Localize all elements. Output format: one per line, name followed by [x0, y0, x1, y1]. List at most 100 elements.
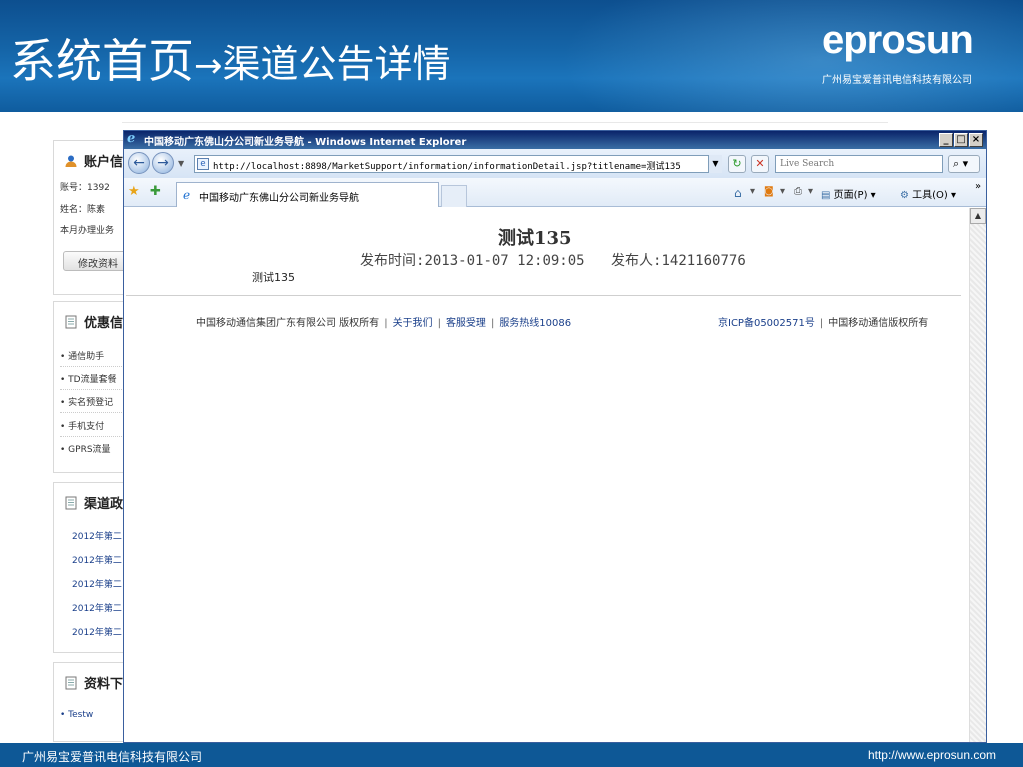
account-panel-label: 账户信: [84, 155, 124, 170]
site-footer-right: 京ICP备05002571号 | 中国移动通信版权所有: [718, 314, 928, 329]
footer-separator: |: [384, 318, 388, 329]
icp-link[interactable]: 京ICP备05002571号: [718, 318, 815, 329]
site-footer-left: 中国移动通信集团广东有限公司 版权所有 | 关于我们 | 客服受理 | 服务热线10086: [196, 314, 571, 329]
home-dropdown-icon[interactable]: ▾: [750, 186, 755, 197]
download-item[interactable]: • Testw: [60, 710, 93, 720]
channel-panel-label: 渠道政: [84, 497, 124, 512]
slide-title-arrow: →: [194, 46, 223, 86]
offer-item-label: 通信助手: [68, 352, 105, 362]
slide-title-main: 系统首页: [10, 34, 194, 88]
forward-button[interactable]: →: [152, 152, 174, 174]
offer-item[interactable]: • 实名预登记: [60, 395, 113, 408]
footer-website[interactable]: http://www.eprosun.com: [868, 748, 996, 762]
footer-company: 广州易宝爱普讯电信科技有限公司: [22, 750, 203, 764]
channel-item[interactable]: 2012年第二: [72, 553, 122, 566]
print-dropdown-icon[interactable]: ▾: [808, 186, 813, 197]
print-icon[interactable]: ⎙: [794, 186, 802, 197]
search-button[interactable]: ⌕ ▾: [948, 155, 980, 173]
slide-title: 系统首页→渠道公告详情: [10, 38, 451, 84]
ie-title-bar: ℯ 中国移动广东佛山分公司新业务导航 - Windows Internet Ex…: [124, 131, 986, 149]
copyright-text: 中国移动通信集团广东有限公司 版权所有: [196, 318, 380, 329]
offers-panel-label: 优惠信: [84, 316, 124, 331]
browser-tab[interactable]: ℯ 中国移动广东佛山分公司新业务导航: [176, 182, 439, 207]
account-monthly-row: 本月办理业务: [60, 226, 115, 236]
offer-item[interactable]: • 手机支付: [60, 419, 104, 432]
article-title: 测试135: [498, 228, 572, 249]
channel-item[interactable]: 2012年第二: [72, 601, 122, 614]
channel-item[interactable]: 2012年第二: [72, 529, 122, 542]
customer-service-link[interactable]: 客服受理: [446, 318, 486, 329]
slide-footer: 广州易宝爱普讯电信科技有限公司 http://www.eprosun.com: [0, 743, 1023, 767]
ie-navigation-bar: ← → ▼ e http://localhost:8898/MarketSupp…: [124, 149, 986, 178]
footer-separator: |: [819, 318, 824, 329]
address-dropdown-icon[interactable]: ▼: [708, 155, 722, 173]
add-favorites-icon[interactable]: ✚: [150, 184, 161, 199]
tools-menu[interactable]: ⚙ 工具(O) ▾: [900, 186, 956, 201]
publish-time: 2013-01-07 12:09:05: [424, 253, 585, 269]
tools-menu-label: 工具(O): [912, 190, 948, 201]
publisher: 1421160776: [661, 253, 746, 269]
address-url: http://localhost:8898/MarketSupport/info…: [213, 162, 681, 172]
account-name-row: 姓名：陈素: [60, 205, 106, 215]
offer-item-label: 实名预登记: [68, 398, 114, 408]
toolbar-chevron-icon[interactable]: »: [975, 181, 981, 192]
offer-item-label: TD流量套餐: [68, 375, 117, 385]
scroll-up-icon[interactable]: ▲: [970, 208, 986, 224]
refresh-icon[interactable]: ↻: [728, 155, 746, 173]
channel-panel-title: 渠道政: [64, 493, 123, 512]
page-icon: e: [197, 158, 209, 170]
favorites-star-icon[interactable]: ★: [128, 184, 140, 199]
vertical-scrollbar[interactable]: ▲: [969, 208, 986, 742]
ie-window: ℯ 中国移动广东佛山分公司新业务导航 - Windows Internet Ex…: [123, 130, 987, 743]
ie-tab-icon: ℯ: [183, 188, 191, 202]
page-menu[interactable]: ▤ 页面(P) ▾: [821, 186, 876, 201]
document-icon: [64, 676, 78, 690]
download-item-label: Testw: [68, 710, 94, 720]
rights-text: 中国移动通信版权所有: [828, 318, 929, 329]
page-content: 测试135 发布时间:2013-01-07 12:09:05 发布人:14211…: [124, 208, 969, 742]
slide-title-sub: 渠道公告详情: [222, 42, 451, 86]
offer-item-label: 手机支付: [68, 422, 105, 432]
search-input[interactable]: Live Search: [775, 155, 943, 173]
publish-time-label: 发布时间:: [360, 253, 425, 269]
stop-icon[interactable]: ✕: [751, 155, 769, 173]
downloads-panel-label: 资料下: [84, 677, 124, 692]
offer-item[interactable]: • 通信助手: [60, 349, 104, 362]
offer-item[interactable]: • GPRS流量: [60, 442, 111, 455]
home-icon[interactable]: ⌂: [734, 186, 742, 200]
logo-company-name: 广州易宝爱普讯电信科技有限公司: [822, 75, 972, 86]
maximize-button[interactable]: □: [954, 133, 968, 147]
page-menu-icon: ▤: [821, 190, 831, 201]
account-panel-title: 账户信: [64, 151, 123, 170]
page-menu-label: 页面(P): [833, 190, 868, 201]
footer-separator: |: [490, 318, 495, 329]
window-title: 中国移动广东佛山分公司新业务导航 - Windows Internet Expl…: [144, 137, 467, 148]
publisher-label: 发布人:: [611, 253, 662, 269]
offers-panel-title: 优惠信: [64, 312, 123, 331]
offer-item[interactable]: • TD流量套餐: [60, 372, 117, 385]
feeds-dropdown-icon[interactable]: ▾: [780, 186, 785, 197]
about-us-link[interactable]: 关于我们: [393, 318, 433, 329]
content-divider: [126, 295, 961, 296]
close-button[interactable]: ×: [969, 133, 983, 147]
slide-header: 系统首页→渠道公告详情 eprosun 广州易宝爱普讯电信科技有限公司: [0, 0, 1023, 112]
channel-item[interactable]: 2012年第二: [72, 577, 122, 590]
minimize-button[interactable]: _: [939, 133, 953, 147]
document-icon: [64, 315, 78, 329]
search-icon: ⌕: [953, 157, 960, 170]
downloads-panel-title: 资料下: [64, 673, 123, 692]
back-button[interactable]: ←: [128, 152, 150, 174]
history-dropdown-icon[interactable]: ▼: [178, 159, 184, 168]
channel-item[interactable]: 2012年第二: [72, 625, 122, 638]
new-tab-button[interactable]: [441, 185, 467, 207]
address-bar[interactable]: e http://localhost:8898/MarketSupport/in…: [194, 155, 722, 173]
document-icon: [64, 496, 78, 510]
footer-separator: |: [437, 318, 441, 329]
feeds-icon[interactable]: ◙: [764, 186, 774, 197]
article-meta: 发布时间:2013-01-07 12:09:05 发布人:1421160776: [360, 250, 746, 270]
hotline-link[interactable]: 服务热线10086: [499, 318, 571, 329]
tools-gear-icon: ⚙: [900, 190, 909, 201]
account-number-row: 账号：1392: [60, 183, 110, 193]
offer-item-label: GPRS流量: [68, 445, 111, 455]
tab-title: 中国移动广东佛山分公司新业务导航: [199, 193, 359, 204]
